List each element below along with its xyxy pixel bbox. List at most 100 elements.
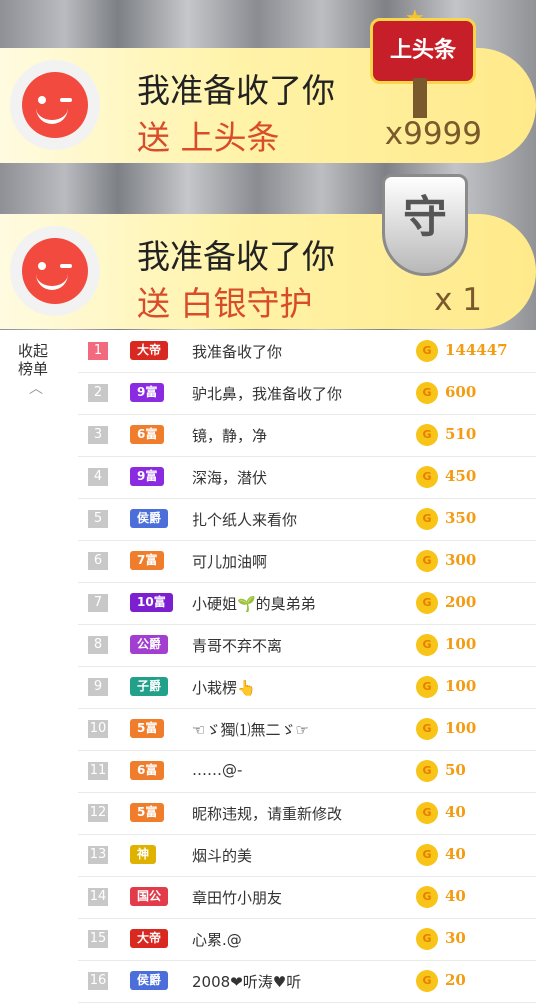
level-badge: 5富 (130, 803, 165, 822)
ranking-row[interactable]: 14 国公 章田竹小朋友 G 40 (78, 876, 536, 919)
gift-count: x 1 (434, 282, 482, 318)
coin-icon: G (416, 382, 438, 404)
coin-icon: G (416, 760, 438, 782)
user-nickname: 镜，静，净 (192, 427, 268, 445)
level-badge: 公爵 (130, 635, 169, 654)
rank-number: 1 (88, 342, 108, 360)
ranking-row[interactable]: 16 侯爵 2008❤听涛♥听 G 20 (78, 960, 536, 1003)
avatar[interactable] (10, 60, 100, 150)
contribution-amount: 350 (445, 509, 477, 527)
collapse-ranking-button[interactable]: 收起榜单 ︿ (18, 342, 54, 398)
coin-icon: G (416, 676, 438, 698)
rank-number: 16 (88, 972, 108, 990)
gift-text: 送 上头条 (137, 118, 280, 157)
user-nickname: 昵称违规，请重新修改 (192, 805, 343, 823)
level-badge: 神 (130, 845, 157, 864)
headline-gift-icon: 上头条 (370, 18, 476, 84)
sender-name: 我准备收了你 (137, 237, 335, 276)
coin-icon: G (416, 466, 438, 488)
wink-face-icon (22, 238, 88, 304)
ranking-row[interactable]: 8 公爵 青哥不弃不离 G 100 (78, 624, 536, 667)
rank-number: 9 (88, 678, 108, 696)
user-nickname: 心累.@ (192, 931, 242, 949)
sender-name: 我准备收了你 (137, 71, 335, 110)
rank-number: 4 (88, 468, 108, 486)
chevron-up-icon: ︿ (29, 381, 43, 397)
contribution-amount: 300 (445, 551, 477, 569)
level-badge: 6富 (130, 425, 165, 444)
level-badge: 侯爵 (130, 509, 169, 528)
user-nickname: 2008❤听涛♥听 (192, 973, 302, 991)
coin-icon: G (416, 592, 438, 614)
level-badge: 大帝 (130, 929, 169, 948)
contribution-amount: 600 (445, 383, 477, 401)
rank-number: 11 (88, 762, 108, 780)
level-badge: 大帝 (130, 341, 169, 360)
rank-number: 5 (88, 510, 108, 528)
ranking-list: 收起榜单 ︿ 1 大帝 我准备收了你 G 144447 2 9富 驴北鼻，我准备收了你 G 600… (0, 330, 536, 1003)
ranking-row[interactable]: 3 6富 镜，静，净 G 510 (78, 414, 536, 457)
ranking-row[interactable]: 1 大帝 我准备收了你 G 144447 (78, 330, 536, 373)
rank-number: 3 (88, 426, 108, 444)
contribution-amount: 100 (445, 719, 477, 737)
user-nickname: 小硬姐🌱的臭弟弟 (192, 595, 316, 613)
level-badge: 9富 (130, 467, 165, 486)
rank-number: 13 (88, 846, 108, 864)
coin-icon: G (416, 928, 438, 950)
ranking-row[interactable]: 5 侯爵 扎个纸人来看你 G 350 (78, 498, 536, 541)
avatar[interactable] (10, 226, 100, 316)
contribution-amount: 100 (445, 635, 477, 653)
rank-number: 7 (88, 594, 108, 612)
coin-icon: G (416, 424, 438, 446)
user-nickname: 我准备收了你 (192, 343, 283, 361)
rank-number: 10 (88, 720, 108, 738)
ranking-row[interactable]: 15 大帝 心累.@ G 30 (78, 918, 536, 961)
contribution-amount: 510 (445, 425, 477, 443)
user-nickname: 青哥不弃不离 (192, 637, 283, 655)
user-nickname: 扎个纸人来看你 (192, 511, 298, 529)
coin-icon: G (416, 718, 438, 740)
level-badge: 10富 (130, 593, 173, 612)
collapse-label: 收起榜单 (18, 342, 49, 378)
coin-icon: G (416, 550, 438, 572)
ranking-row[interactable]: 9 子爵 小栽楞👆 G 100 (78, 666, 536, 709)
user-nickname: 深海，潜伏 (192, 469, 268, 487)
ranking-row[interactable]: 7 10富 小硬姐🌱的臭弟弟 G 200 (78, 582, 536, 625)
user-nickname: 驴北鼻，我准备收了你 (192, 385, 343, 403)
ranking-row[interactable]: 12 5富 昵称违规，请重新修改 G 40 (78, 792, 536, 835)
user-nickname: 章田竹小朋友 (192, 889, 283, 907)
rank-number: 2 (88, 384, 108, 402)
level-badge: 国公 (130, 887, 169, 906)
ranking-row[interactable]: 6 7富 可儿加油啊 G 300 (78, 540, 536, 583)
coin-icon: G (416, 634, 438, 656)
ranking-row[interactable]: 2 9富 驴北鼻，我准备收了你 G 600 (78, 372, 536, 415)
contribution-amount: 450 (445, 467, 477, 485)
rank-number: 15 (88, 930, 108, 948)
user-nickname: 可儿加油啊 (192, 553, 268, 571)
coin-icon: G (416, 802, 438, 824)
gift-banner: 我准备收了你 送 上头条 x9999 ★ 上头条 (0, 6, 536, 163)
level-badge: 7富 (130, 551, 165, 570)
sign-post (413, 78, 427, 118)
contribution-amount: 50 (445, 761, 466, 779)
level-badge: 侯爵 (130, 971, 169, 990)
rank-number: 14 (88, 888, 108, 906)
level-badge: 子爵 (130, 677, 169, 696)
coin-icon: G (416, 508, 438, 530)
contribution-amount: 100 (445, 677, 477, 695)
ranking-row[interactable]: 11 6富 ……@- G 50 (78, 750, 536, 793)
guard-shield-icon: 守 (382, 174, 468, 276)
ranking-row[interactable]: 10 5富 ☜ゞ獨⑴無二ゞ☞ G 100 (78, 708, 536, 751)
ranking-row[interactable]: 13 神 烟斗的美 G 40 (78, 834, 536, 877)
headline-sign-label: 上头条 (389, 38, 456, 63)
level-badge: 9富 (130, 383, 165, 402)
gift-banner: 我准备收了你 送 白银守护 x 1 守 (0, 174, 536, 329)
rank-number: 8 (88, 636, 108, 654)
contribution-amount: 20 (445, 971, 466, 989)
level-badge: 5富 (130, 719, 165, 738)
user-nickname: 烟斗的美 (192, 847, 253, 865)
wink-face-icon (22, 72, 88, 138)
user-nickname: ☜ゞ獨⑴無二ゞ☞ (192, 721, 309, 739)
ranking-row[interactable]: 4 9富 深海，潜伏 G 450 (78, 456, 536, 499)
contribution-amount: 200 (445, 593, 477, 611)
